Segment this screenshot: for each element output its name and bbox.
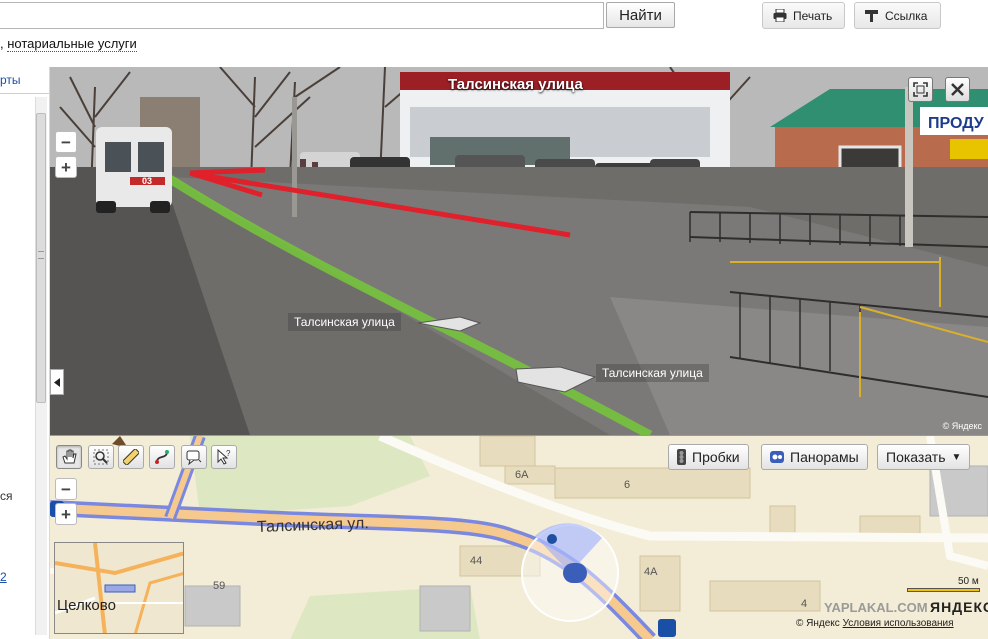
show-layers-dropdown[interactable]: Показать ▼ — [877, 444, 971, 470]
route-tool-button[interactable] — [149, 445, 175, 469]
overview-minimap[interactable]: Целково — [54, 542, 184, 634]
watermark: YAPLAKAL.COM — [824, 600, 928, 615]
house-number-label: 6 — [624, 479, 631, 491]
panel-divider — [0, 93, 49, 94]
map[interactable]: ? Пробки Панорамы Показать ▼ − + Талсинс… — [50, 435, 988, 639]
ruler-icon — [123, 449, 139, 465]
panorama-icon — [770, 451, 784, 463]
ambulance-number: 03 — [142, 176, 152, 186]
hand-tool-button[interactable] — [56, 445, 82, 469]
street-tag-forward[interactable]: Талсинская улица — [596, 364, 709, 382]
chevron-down-icon: ▼ — [951, 451, 962, 463]
panorama-scene: ПРОДУ 03 — [50, 67, 988, 435]
close-panorama-button[interactable] — [945, 77, 970, 102]
print-button[interactable]: Печать — [762, 2, 845, 29]
magnifier-icon — [93, 449, 109, 465]
scrollbar-grip-icon — [38, 251, 44, 259]
fullscreen-icon — [913, 82, 928, 97]
panorama-viewpoint-icon[interactable] — [563, 563, 587, 583]
svg-text:?: ? — [226, 449, 231, 458]
street-panorama[interactable]: ПРОДУ 03 Талсинская улица − + Талсинская… — [50, 67, 988, 435]
minimap-place-label: Целково — [57, 597, 116, 614]
scale-bar — [907, 588, 980, 592]
street-tag-left[interactable]: Талсинская улица — [288, 313, 401, 331]
yandex-logo: ЯНДЕКС — [930, 599, 988, 615]
traffic-button[interactable]: Пробки — [668, 444, 749, 470]
show-label: Показать — [886, 449, 946, 465]
ambulance: 03 — [96, 127, 172, 213]
panorama-copyright: © Яндекс — [942, 421, 982, 431]
house-number-label: 6А — [515, 469, 529, 481]
bus-stop-icon[interactable] — [658, 619, 676, 637]
pin-icon — [865, 10, 878, 22]
suggest-prefix: , — [0, 36, 4, 51]
panoramas-button[interactable]: Панорамы — [761, 444, 868, 470]
collapse-panel-button[interactable] — [50, 369, 64, 395]
suggest-link[interactable]: , нотариальные услуги — [0, 36, 137, 52]
house-number-label: 59 — [213, 580, 226, 592]
scale-label: 50 м — [958, 576, 979, 587]
house-number-label: 4А — [644, 566, 658, 578]
find-button[interactable]: Найти — [606, 2, 675, 28]
panoramas-label: Панорамы — [790, 449, 859, 465]
panel-text-snippet: ся — [0, 489, 13, 503]
map-zoom-in-button[interactable]: + — [55, 503, 77, 525]
printer-icon — [773, 9, 787, 22]
shop-sign-text: ПРОДУ — [928, 115, 985, 132]
route-icon — [155, 450, 169, 464]
chevron-left-icon — [54, 377, 60, 387]
link-button[interactable]: Ссылка — [854, 2, 941, 29]
minimap-roads — [55, 543, 183, 633]
map-copyright: © Яндекс Условия использования — [796, 618, 954, 629]
cursor-question-icon: ? — [217, 449, 231, 465]
panel-tab[interactable]: рты — [0, 73, 21, 87]
search-input[interactable] — [0, 2, 604, 29]
fullscreen-button[interactable] — [908, 77, 933, 102]
ruler-tool-button[interactable] — [118, 445, 144, 469]
print-label: Печать — [793, 8, 833, 23]
zoom-area-tool-button[interactable] — [88, 445, 114, 469]
traffic-label: Пробки — [692, 449, 740, 465]
map-zoom-out-button[interactable]: − — [55, 478, 77, 500]
pano-zoom-out-button[interactable]: − — [55, 131, 77, 153]
copyright-text: © Яндекс — [796, 618, 840, 629]
speech-bubble-icon — [186, 450, 202, 465]
house-number-label: 4 — [801, 598, 808, 610]
house-number-label: 44 — [470, 555, 483, 567]
hand-icon — [62, 449, 77, 464]
link-label: Ссылка — [885, 8, 928, 23]
panel-link-snippet[interactable]: 2 — [0, 570, 7, 584]
terms-of-use-link[interactable]: Условия использования — [843, 618, 954, 629]
what-here-tool-button[interactable]: ? — [211, 445, 237, 469]
add-label-tool-button[interactable] — [181, 445, 207, 469]
close-icon — [951, 83, 964, 96]
panorama-title: Талсинская улица — [448, 76, 583, 93]
suggest-text: нотариальные услуги — [7, 36, 137, 52]
pano-zoom-in-button[interactable]: + — [55, 156, 77, 178]
traffic-light-icon — [677, 449, 686, 465]
